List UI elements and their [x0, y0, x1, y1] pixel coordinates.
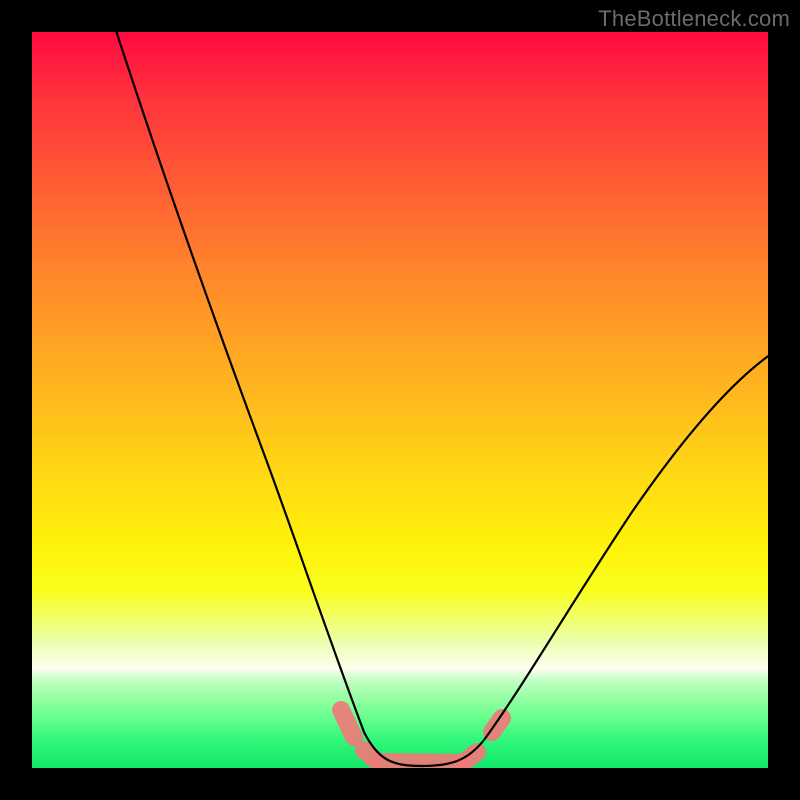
plot-area [32, 32, 768, 768]
chart-stage: TheBottleneck.com [0, 0, 800, 800]
bottleneck-curve [32, 32, 768, 768]
curve-left [110, 32, 422, 766]
highlight-seg-1 [341, 710, 354, 737]
curve-right [422, 342, 768, 766]
watermark-text: TheBottleneck.com [598, 6, 790, 32]
